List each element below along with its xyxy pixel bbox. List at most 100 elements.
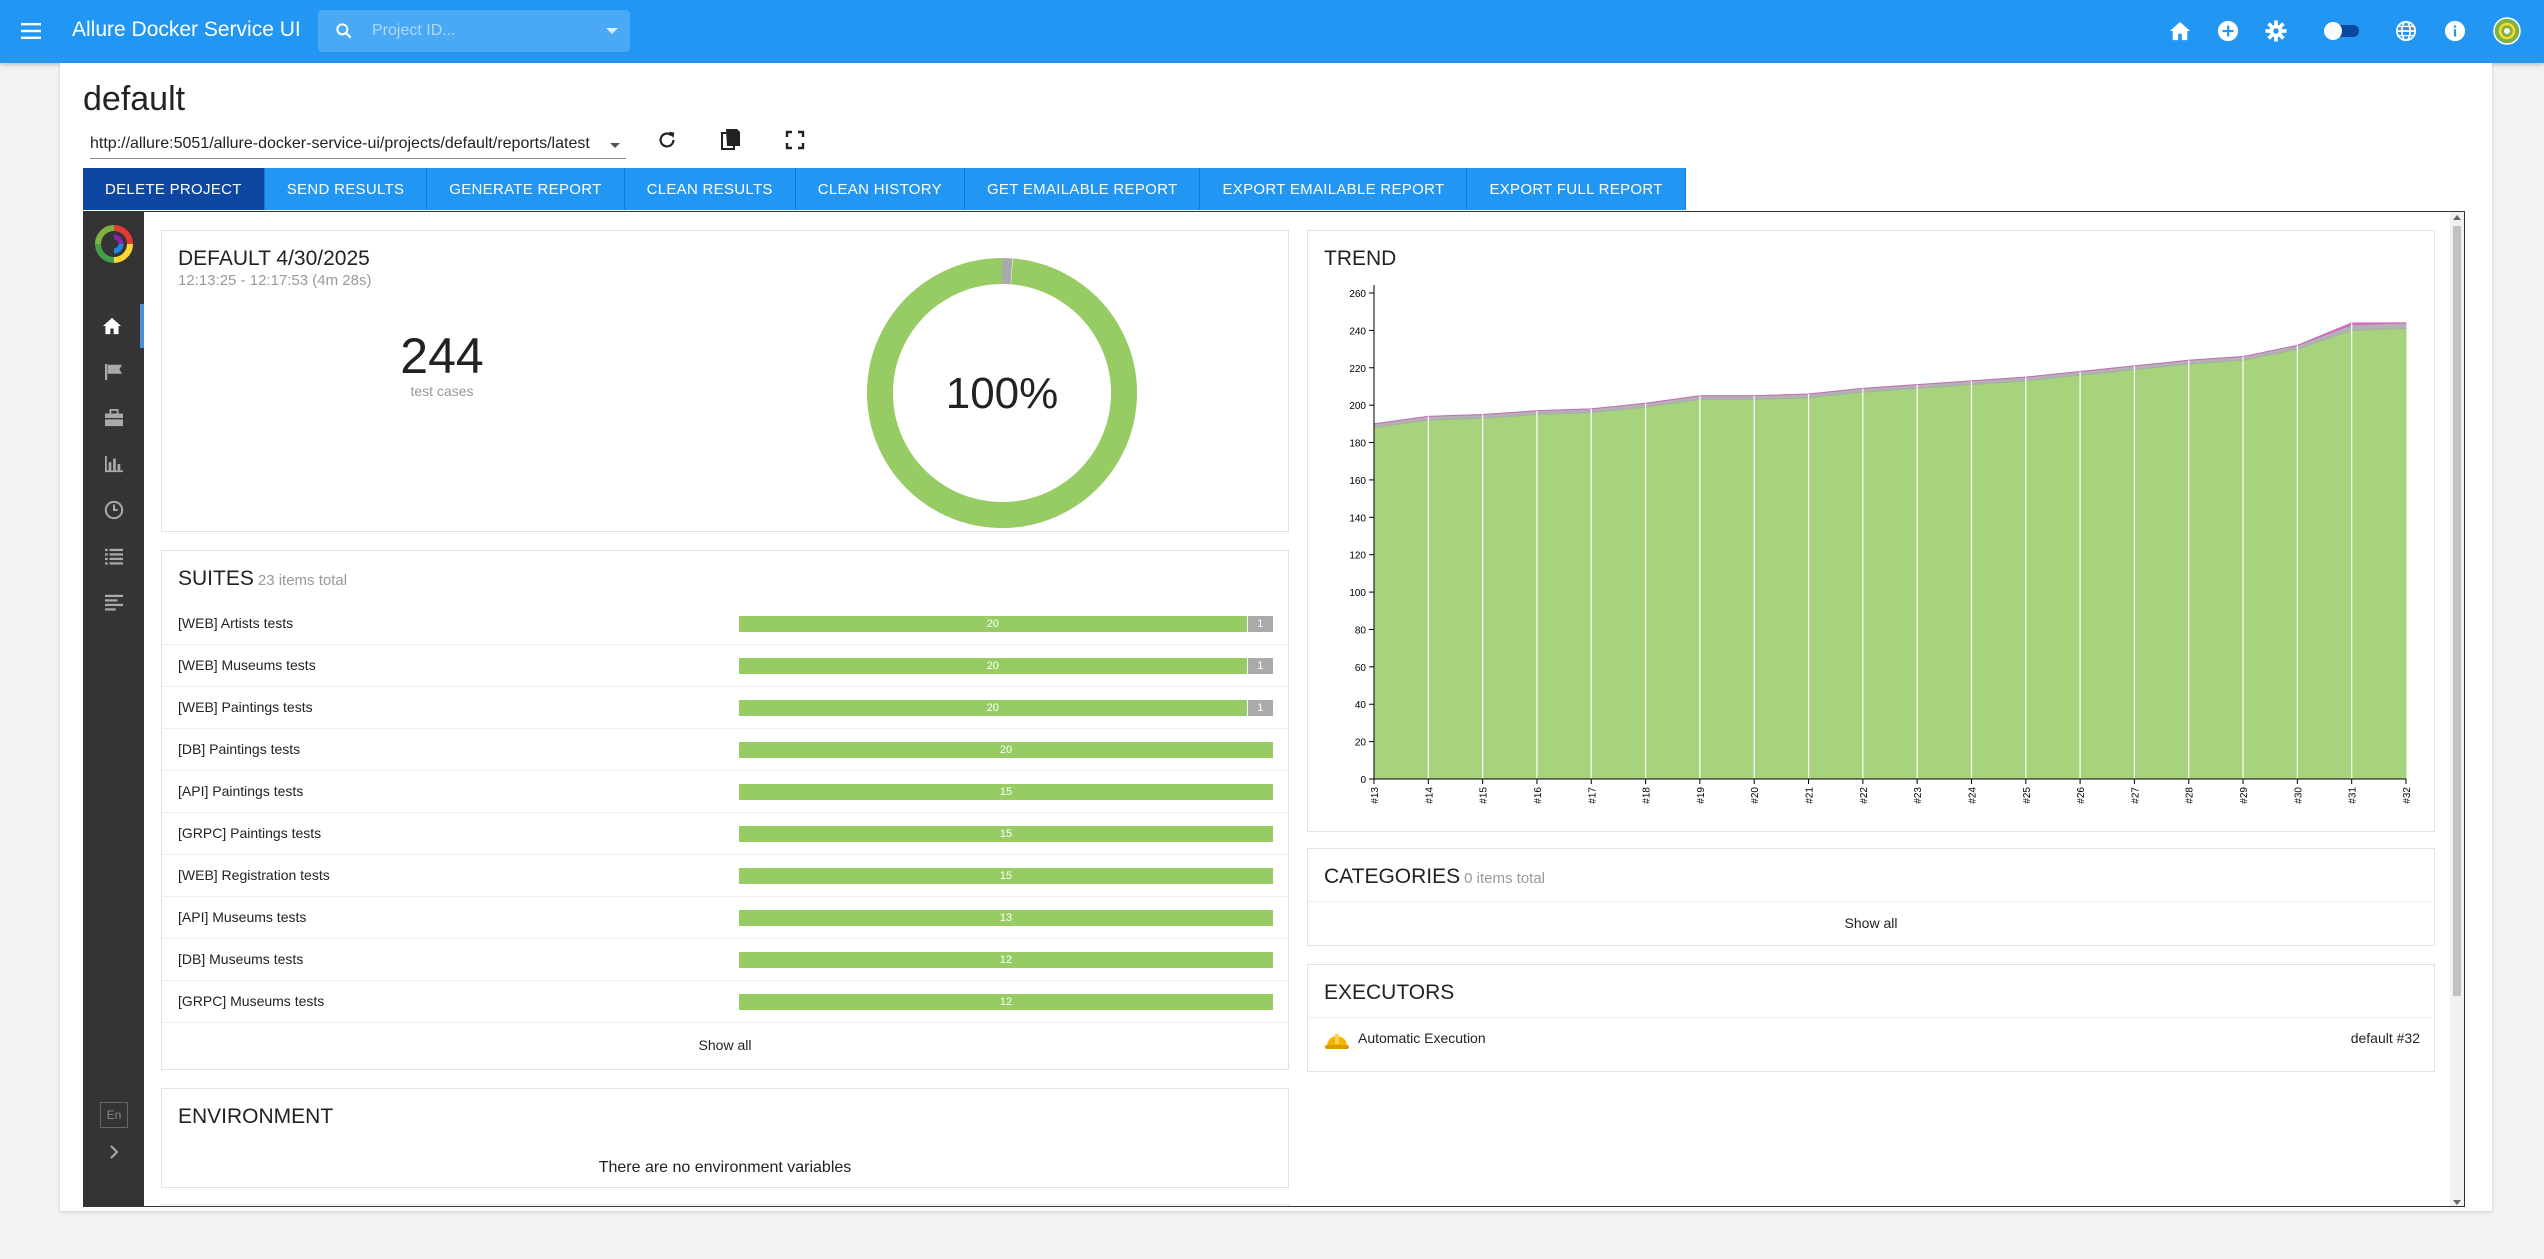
suite-name: [GRPC] Museums tests	[178, 993, 325, 1009]
chevron-right-icon[interactable]	[102, 1140, 126, 1164]
suite-name: [WEB] Paintings tests	[178, 699, 313, 715]
suite-name: [WEB] Museums tests	[178, 657, 316, 673]
passed-segment: 15	[739, 784, 1273, 800]
report-url-select[interactable]: http://allure:5051/allure-docker-service…	[90, 129, 626, 159]
suite-row[interactable]: [API] Paintings tests 15	[162, 771, 1288, 813]
theme-toggle-switch[interactable]	[2322, 19, 2362, 43]
trend-x-tick-label: #30	[2293, 787, 2304, 804]
briefcase-icon[interactable]	[84, 396, 144, 440]
allure-report-frame: En DEFAULT 4/30/2025 12:13:25 - 12:17:53…	[83, 211, 2465, 1207]
trend-y-tick-label: 20	[1355, 738, 1367, 749]
categories-show-all-link[interactable]: Show all	[1308, 915, 2434, 931]
suite-status-bar: 15	[739, 826, 1273, 842]
suite-name: [GRPC] Paintings tests	[178, 825, 322, 841]
settings-icon[interactable]	[2264, 19, 2288, 43]
timeline-icon[interactable]	[84, 580, 144, 624]
project-search[interactable]	[318, 10, 630, 52]
project-search-input[interactable]	[372, 10, 592, 52]
environment-title: ENVIRONMENT	[178, 1105, 334, 1128]
language-icon[interactable]	[2394, 19, 2418, 43]
suite-row[interactable]: [WEB] Registration tests 15	[162, 855, 1288, 897]
trend-area-passed	[1373, 327, 2407, 780]
suite-status-bar: 13	[739, 910, 1273, 926]
scroll-up-icon[interactable]	[2453, 215, 2461, 220]
refresh-icon[interactable]	[654, 127, 680, 153]
fullscreen-icon[interactable]	[782, 127, 808, 153]
summary-widget: DEFAULT 4/30/2025 12:13:25 - 12:17:53 (4…	[161, 230, 1289, 532]
home-icon[interactable]	[2168, 19, 2192, 43]
trend-y-tick-label: 0	[1360, 775, 1366, 786]
trend-y-tick-label: 220	[1349, 364, 1366, 375]
clean-results-button[interactable]: CLEAN RESULTS	[624, 168, 796, 210]
executors-widget: EXECUTORS Automatic Execution default #3…	[1307, 964, 2435, 1072]
categories-widget: CATEGORIES 0 items total Show all	[1307, 848, 2435, 946]
trend-y-tick-label: 60	[1355, 663, 1367, 674]
suite-row[interactable]: [WEB] Artists tests 20 1	[162, 603, 1288, 645]
executor-build[interactable]: default #32	[2351, 1030, 2420, 1046]
trend-x-tick-label: #26	[2076, 787, 2087, 804]
test-case-count-label: test cases	[410, 383, 474, 399]
suite-row[interactable]: [WEB] Paintings tests 20 1	[162, 687, 1288, 729]
avatar-icon[interactable]	[2493, 17, 2521, 45]
bar-chart-icon[interactable]	[84, 442, 144, 486]
trend-y-tick-label: 180	[1349, 439, 1366, 450]
suite-row[interactable]: [WEB] Museums tests 20 1	[162, 645, 1288, 687]
home-icon[interactable]	[84, 304, 144, 348]
language-selector[interactable]: En	[100, 1102, 128, 1128]
executor-row[interactable]: Automatic Execution default #32	[1308, 1017, 2434, 1061]
suites-widget: SUITES 23 items total [WEB] Artists tests…	[161, 550, 1289, 1070]
suite-status-bar: 20	[739, 742, 1273, 758]
list-icon[interactable]	[84, 534, 144, 578]
suites-show-all-link[interactable]: Show all	[162, 1037, 1288, 1053]
send-results-button[interactable]: SEND RESULTS	[264, 168, 428, 210]
skipped-segment: 1	[1246, 616, 1273, 632]
menu-icon[interactable]	[18, 18, 44, 44]
scroll-down-icon[interactable]	[2453, 1200, 2461, 1205]
delete-project-button[interactable]: DELETE PROJECT	[83, 168, 265, 210]
clean-history-button[interactable]: CLEAN HISTORY	[795, 168, 965, 210]
environment-empty-message: There are no environment variables	[598, 1159, 852, 1176]
pass-rate-percent: 100%	[945, 369, 1059, 418]
helmet-icon	[1324, 1030, 1350, 1052]
action-button-bar: DELETE PROJECT SEND RESULTS GENERATE REP…	[83, 168, 1686, 210]
allure-logo-icon[interactable]	[94, 224, 134, 264]
info-icon[interactable]	[2443, 19, 2467, 43]
generate-report-button[interactable]: GENERATE REPORT	[427, 168, 625, 210]
copy-icon[interactable]	[718, 127, 744, 153]
suite-status-bar: 15	[739, 868, 1273, 884]
suite-row[interactable]: [DB] Paintings tests 20	[162, 729, 1288, 771]
suite-name: [WEB] Artists tests	[178, 615, 294, 631]
trend-y-tick-label: 40	[1355, 700, 1367, 711]
export-full-report-button[interactable]: EXPORT FULL REPORT	[1467, 168, 1686, 210]
next-widget-edge	[161, 1204, 1289, 1206]
chevron-down-icon[interactable]	[606, 28, 618, 34]
trend-y-tick-label: 120	[1349, 551, 1366, 562]
flag-icon[interactable]	[84, 350, 144, 394]
suite-row[interactable]: [API] Museums tests 13	[162, 897, 1288, 939]
passed-segment: 15	[739, 868, 1273, 884]
executor-name[interactable]: Automatic Execution	[1358, 1030, 1486, 1046]
passed-segment: 20	[739, 700, 1247, 716]
trend-x-tick-label: #31	[2348, 787, 2359, 804]
get-emailable-report-button[interactable]: GET EMAILABLE REPORT	[964, 168, 1201, 210]
trend-y-tick-label: 200	[1349, 401, 1366, 412]
executors-title: EXECUTORS	[1324, 981, 1455, 1004]
clock-icon[interactable]	[84, 488, 144, 532]
report-scrollbar[interactable]	[2450, 212, 2464, 1206]
suite-row[interactable]: [DB] Museums tests 12	[162, 939, 1288, 981]
summary-time-range: 12:13:25 - 12:17:53 (4m 28s)	[178, 272, 372, 289]
export-emailable-report-button[interactable]: EXPORT EMAILABLE REPORT	[1200, 168, 1468, 210]
trend-x-tick-label: #32	[2402, 787, 2413, 804]
add-circle-icon[interactable]	[2216, 19, 2240, 43]
app-bar: Allure Docker Service UI	[0, 0, 2544, 63]
suite-name: [WEB] Registration tests	[178, 867, 330, 883]
trend-y-tick-label: 260	[1349, 289, 1366, 300]
suite-row[interactable]: [GRPC] Paintings tests 15	[162, 813, 1288, 855]
test-case-count: 244	[400, 328, 484, 384]
suite-status-bar: 20 1	[739, 658, 1273, 674]
scrollbar-thumb[interactable]	[2453, 226, 2461, 996]
search-icon	[334, 21, 354, 41]
suite-row[interactable]: [GRPC] Museums tests 12	[162, 981, 1288, 1023]
chevron-down-icon[interactable]	[610, 143, 620, 148]
report-sidebar: En	[84, 212, 144, 1206]
